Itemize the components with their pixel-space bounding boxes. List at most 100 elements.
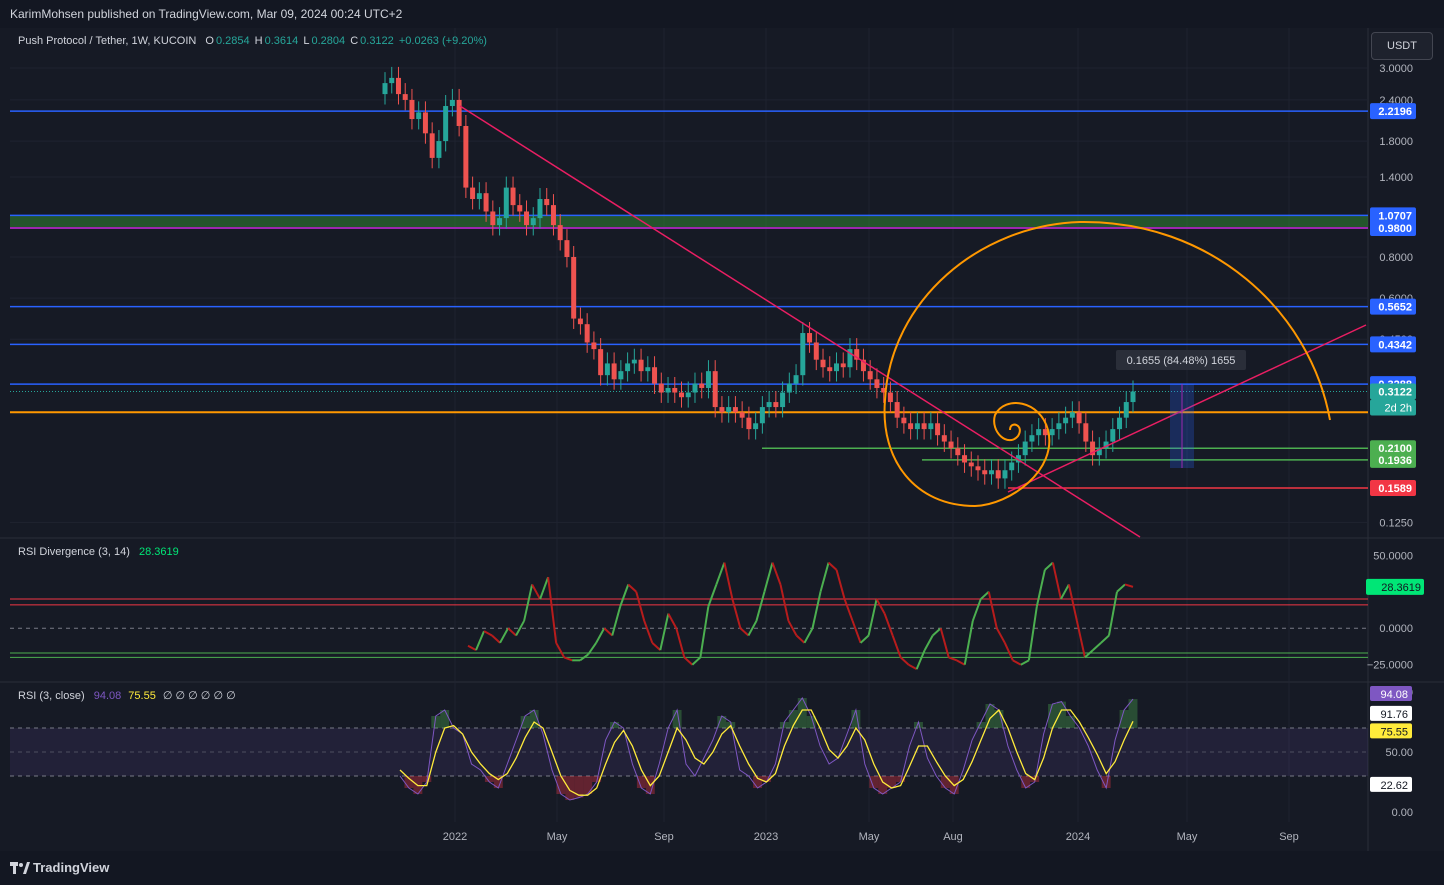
price-tag-label: 0.3122 [1378, 387, 1412, 399]
candle-body [598, 349, 604, 376]
rsi-value-tag: 94.08 [1380, 689, 1408, 701]
candle-body [422, 112, 428, 134]
symbol-title: Push Protocol / Tether, 1W, KUCOIN [18, 35, 197, 47]
candle-body [409, 99, 415, 120]
candle-body [672, 387, 678, 393]
candle-body [402, 94, 408, 100]
candle-body [483, 193, 489, 212]
candle-body [395, 77, 401, 95]
candle-body [564, 240, 570, 257]
candle-body [1117, 417, 1123, 430]
candle-body [537, 199, 543, 219]
candle-body [497, 218, 503, 226]
rsi-ma-value: 75.55 [128, 690, 156, 702]
x-tick-label: 2022 [443, 831, 467, 843]
price-tag-label: 0.1936 [1378, 455, 1412, 467]
rsi-title: RSI (3, close) [18, 690, 85, 702]
low-value: 0.2804 [311, 35, 346, 47]
candle-body [1009, 462, 1015, 471]
candle-body [793, 375, 799, 384]
candle-body [645, 367, 651, 372]
candle-body [544, 199, 550, 206]
price-tag-label: 0.5652 [1378, 302, 1412, 314]
candle-body [908, 423, 914, 430]
price-tag-label: 2.2196 [1378, 106, 1412, 118]
x-tick-label: May [547, 831, 568, 843]
candle-body [692, 383, 698, 393]
candle-body [955, 448, 961, 456]
candle-body [780, 392, 786, 408]
rsi-extra-values: ∅ ∅ ∅ ∅ ∅ ∅ [162, 690, 236, 702]
candle-body [1002, 470, 1008, 479]
rsi-value: 94.08 [93, 690, 122, 702]
candle-body [658, 383, 664, 393]
candle-body [827, 367, 833, 372]
tradingview-logo-icon [10, 862, 30, 874]
candle-body [557, 225, 563, 241]
x-tick-label: May [1177, 831, 1198, 843]
candle-body [753, 423, 759, 430]
candle-body [510, 187, 516, 206]
price-tag-label: 0.1589 [1378, 483, 1412, 495]
rsi-divergence-title: RSI Divergence (3, 14) [18, 546, 130, 558]
high-label: H [254, 35, 263, 47]
candle-body [921, 423, 927, 430]
candle-body [807, 333, 813, 343]
candle-body [894, 402, 900, 418]
price-tag-label: 0.9800 [1378, 223, 1412, 235]
candle-body [901, 417, 907, 424]
candle-body [625, 363, 631, 372]
candle-body [935, 423, 941, 436]
candle-body [1029, 435, 1035, 442]
tradingview-brand: TradingView [33, 860, 110, 875]
x-tick-label: 2024 [1066, 831, 1090, 843]
x-tick-label: Sep [1279, 831, 1299, 843]
candle-body [773, 402, 779, 408]
rsi-value-tag: 75.55 [1380, 726, 1408, 738]
candle-body [1069, 412, 1075, 418]
rsi-divergence-value: 28.3619 [138, 546, 179, 558]
candle-body [571, 256, 577, 319]
candle-body [1022, 441, 1028, 456]
candle-body [443, 106, 449, 142]
candle-body [813, 342, 819, 360]
candle-body [631, 359, 637, 364]
price-tick-label: 1.4000 [1379, 172, 1413, 184]
candle-body [962, 455, 968, 463]
change-value: +0.0263 (+9.20%) [398, 35, 487, 47]
candle-body [732, 407, 738, 413]
candle-body [982, 470, 988, 475]
div-tick-label: −25.0000 [1367, 660, 1413, 672]
candle-body [719, 407, 725, 413]
candle-body [389, 77, 395, 84]
candle-body [476, 193, 482, 200]
candle-body [1123, 402, 1129, 418]
candle-body [550, 205, 556, 226]
candle-body [1036, 429, 1042, 436]
currency-button[interactable]: USDT [1371, 32, 1433, 60]
candle-body [382, 83, 388, 95]
candle-body [604, 363, 610, 376]
candle-body [416, 112, 422, 120]
candle-body [759, 407, 765, 424]
candle-body [1049, 429, 1055, 436]
candle-body [456, 99, 462, 127]
candle-body [800, 333, 806, 376]
candle-body [887, 392, 893, 403]
candle-body [679, 392, 685, 398]
candle-body [928, 423, 934, 430]
chart-canvas[interactable]: 2022 May Sep 2023 May Aug 2024 May Sep3.00002.40… [0, 0, 1444, 885]
price-tick-label: 3.0000 [1379, 63, 1413, 75]
candle-body [739, 412, 745, 418]
chart-container: KarimMohsen published on TradingView.com… [0, 0, 1444, 885]
candle-body [914, 423, 920, 430]
candle-body [530, 218, 536, 226]
x-tick-label: Sep [654, 831, 674, 843]
candle-body [699, 383, 705, 388]
measure-label: 0.1655 (84.48%) 1655 [1127, 355, 1236, 367]
rsi-tick-label: 0.00 [1392, 807, 1413, 819]
candle-body [833, 363, 839, 372]
candle-body [941, 435, 947, 442]
candle-body [786, 383, 792, 393]
price-tag-label: 0.4342 [1378, 339, 1412, 351]
